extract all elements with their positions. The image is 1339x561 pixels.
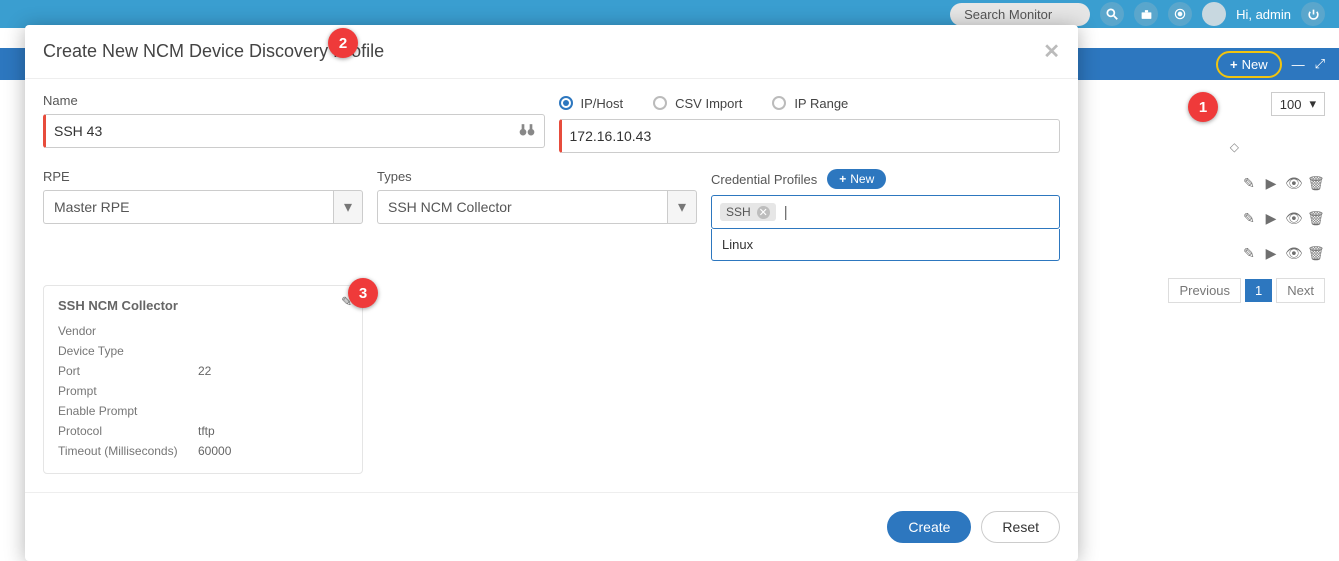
eye-icon[interactable]: 👁 <box>1285 210 1301 227</box>
trash-icon[interactable]: 🗑 <box>1307 175 1323 192</box>
types-label: Types <box>377 169 697 184</box>
expand-icon[interactable]: ⤢ <box>1315 56 1325 72</box>
collector-details-card: ✎ SSH NCM Collector Vendor Device Type P… <box>43 285 363 474</box>
annotation-3: 3 <box>348 278 378 308</box>
credential-dropdown-option[interactable]: Linux <box>711 229 1060 261</box>
close-icon[interactable]: ✕ <box>1043 39 1060 64</box>
detail-row: Timeout (Milliseconds)60000 <box>58 441 348 461</box>
prev-button[interactable]: Previous <box>1168 278 1241 303</box>
new-credential-button[interactable]: +New <box>827 169 886 189</box>
page-size-select[interactable]: 100▾ <box>1271 92 1325 116</box>
details-title: SSH NCM Collector <box>58 298 348 313</box>
binoculars-icon[interactable] <box>519 123 535 140</box>
new-button[interactable]: +New <box>1220 55 1278 74</box>
greeting-label: Hi, admin <box>1236 7 1291 22</box>
detail-row: Protocoltftp <box>58 421 348 441</box>
radio-csv[interactable]: CSV Import <box>653 96 742 111</box>
chevron-down-icon: ▾ <box>667 190 697 224</box>
briefcase-icon[interactable] <box>1134 2 1158 26</box>
top-bar: Search Monitor Hi, admin <box>0 0 1339 28</box>
row-actions: ✎ ▶ 👁 🗑 <box>1241 210 1323 227</box>
types-select[interactable]: SSH NCM Collector ▾ <box>377 190 697 224</box>
sort-icon[interactable]: ◇ <box>1230 140 1239 154</box>
pagination: Previous 1 Next <box>1168 278 1325 303</box>
radio-iphost[interactable]: IP/Host <box>559 96 624 111</box>
target-icon[interactable] <box>1168 2 1192 26</box>
credential-label: Credential Profiles <box>711 172 817 187</box>
play-icon[interactable]: ▶ <box>1263 175 1279 192</box>
detail-row: Vendor <box>58 321 348 341</box>
chevron-down-icon: ▾ <box>333 190 363 224</box>
text-cursor: | <box>784 204 788 221</box>
trash-icon[interactable]: 🗑 <box>1307 210 1323 227</box>
detail-row: Enable Prompt <box>58 401 348 421</box>
rpe-select[interactable]: Master RPE ▾ <box>43 190 363 224</box>
name-label: Name <box>43 93 545 108</box>
trash-icon[interactable]: 🗑 <box>1307 245 1323 262</box>
eye-icon[interactable]: 👁 <box>1285 175 1301 192</box>
next-button[interactable]: Next <box>1276 278 1325 303</box>
new-button-highlight: +New <box>1216 51 1282 78</box>
edit-icon[interactable]: ✎ <box>1241 245 1257 262</box>
create-profile-modal: Create New NCM Device Discovery Profile … <box>25 25 1078 561</box>
radio-iprange[interactable]: IP Range <box>772 96 848 111</box>
edit-icon[interactable]: ✎ <box>1241 175 1257 192</box>
reset-button[interactable]: Reset <box>981 511 1060 543</box>
avatar[interactable] <box>1202 2 1226 26</box>
detail-row: Port22 <box>58 361 348 381</box>
row-actions: ✎ ▶ 👁 🗑 <box>1241 175 1323 192</box>
remove-tag-icon[interactable]: ✕ <box>757 206 770 219</box>
power-icon[interactable] <box>1301 2 1325 26</box>
minimize-icon[interactable]: — <box>1292 57 1305 72</box>
page-number[interactable]: 1 <box>1245 279 1272 302</box>
iphost-input[interactable] <box>559 119 1061 153</box>
name-input[interactable] <box>43 114 545 148</box>
rpe-label: RPE <box>43 169 363 184</box>
credential-tag-input[interactable]: SSH✕ | <box>711 195 1060 229</box>
row-actions: ✎ ▶ 👁 🗑 <box>1241 245 1323 262</box>
annotation-2: 2 <box>328 28 358 58</box>
eye-icon[interactable]: 👁 <box>1285 245 1301 262</box>
credential-tag[interactable]: SSH✕ <box>720 203 776 221</box>
annotation-1: 1 <box>1188 92 1218 122</box>
detail-row: Device Type <box>58 341 348 361</box>
edit-icon[interactable]: ✎ <box>1241 210 1257 227</box>
chevron-down-icon: ▾ <box>1309 96 1316 112</box>
detail-row: Prompt <box>58 381 348 401</box>
search-icon[interactable] <box>1100 2 1124 26</box>
play-icon[interactable]: ▶ <box>1263 245 1279 262</box>
search-input[interactable]: Search Monitor <box>950 3 1090 26</box>
create-button[interactable]: Create <box>887 511 971 543</box>
play-icon[interactable]: ▶ <box>1263 210 1279 227</box>
